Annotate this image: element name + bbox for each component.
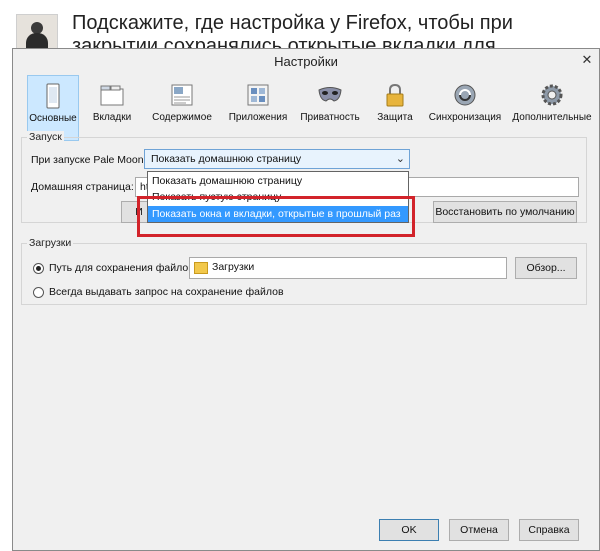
close-icon[interactable]: ✕ (577, 52, 597, 70)
download-folder-field[interactable]: Загрузки (189, 257, 507, 279)
save-path-radio[interactable] (33, 263, 44, 274)
tab-privacy[interactable]: Приватность (297, 75, 363, 141)
save-path-label: Путь для сохранения файлов (49, 262, 194, 274)
startup-legend: Запуск (27, 131, 64, 143)
ok-button[interactable]: OK (379, 519, 439, 541)
dialog-title: Настройки (274, 54, 338, 69)
on-start-select[interactable]: Показать домашнюю страницу ⌄ (144, 149, 410, 169)
settings-dialog: Настройки ✕ Основные Вкладки Содержимое … (12, 48, 600, 551)
homepage-label: Домашняя страница: (31, 181, 134, 193)
always-ask-label: Всегда выдавать запрос на сохранение фай… (49, 286, 284, 298)
tab-sync[interactable]: Синхронизация (425, 75, 505, 141)
folder-icon (194, 262, 208, 274)
tab-advanced[interactable]: Дополнительные (511, 75, 593, 141)
general-icon (46, 83, 60, 109)
padlock-icon (386, 83, 404, 107)
applications-icon (247, 84, 269, 106)
dialog-titlebar: Настройки ✕ (13, 49, 599, 75)
always-ask-radio[interactable] (33, 287, 44, 298)
cancel-button[interactable]: Отмена (449, 519, 509, 541)
privacy-mask-icon (318, 87, 342, 102)
downloads-legend: Загрузки (27, 237, 74, 249)
tab-content[interactable]: Содержимое (145, 75, 219, 141)
browse-button[interactable]: Обзор... (515, 257, 577, 279)
on-start-label: При запуске Pale Moon: (31, 154, 147, 166)
content-icon (171, 84, 193, 106)
tab-tabs[interactable]: Вкладки (87, 75, 137, 141)
dropdown-option-homepage[interactable]: Показать домашнюю страницу (148, 173, 408, 189)
chevron-down-icon: ⌄ (395, 153, 405, 165)
tabs-icon (100, 85, 124, 106)
gear-icon (541, 84, 563, 106)
tab-applications[interactable]: Приложения (225, 75, 291, 141)
help-button[interactable]: Справка (519, 519, 579, 541)
settings-toolbar: Основные Вкладки Содержимое Приложения П… (21, 75, 593, 141)
sync-icon (454, 84, 476, 106)
tab-security[interactable]: Защита (369, 75, 421, 141)
restore-default-button[interactable]: Восстановить по умолчанию (433, 201, 577, 223)
red-highlight-box (137, 196, 415, 237)
